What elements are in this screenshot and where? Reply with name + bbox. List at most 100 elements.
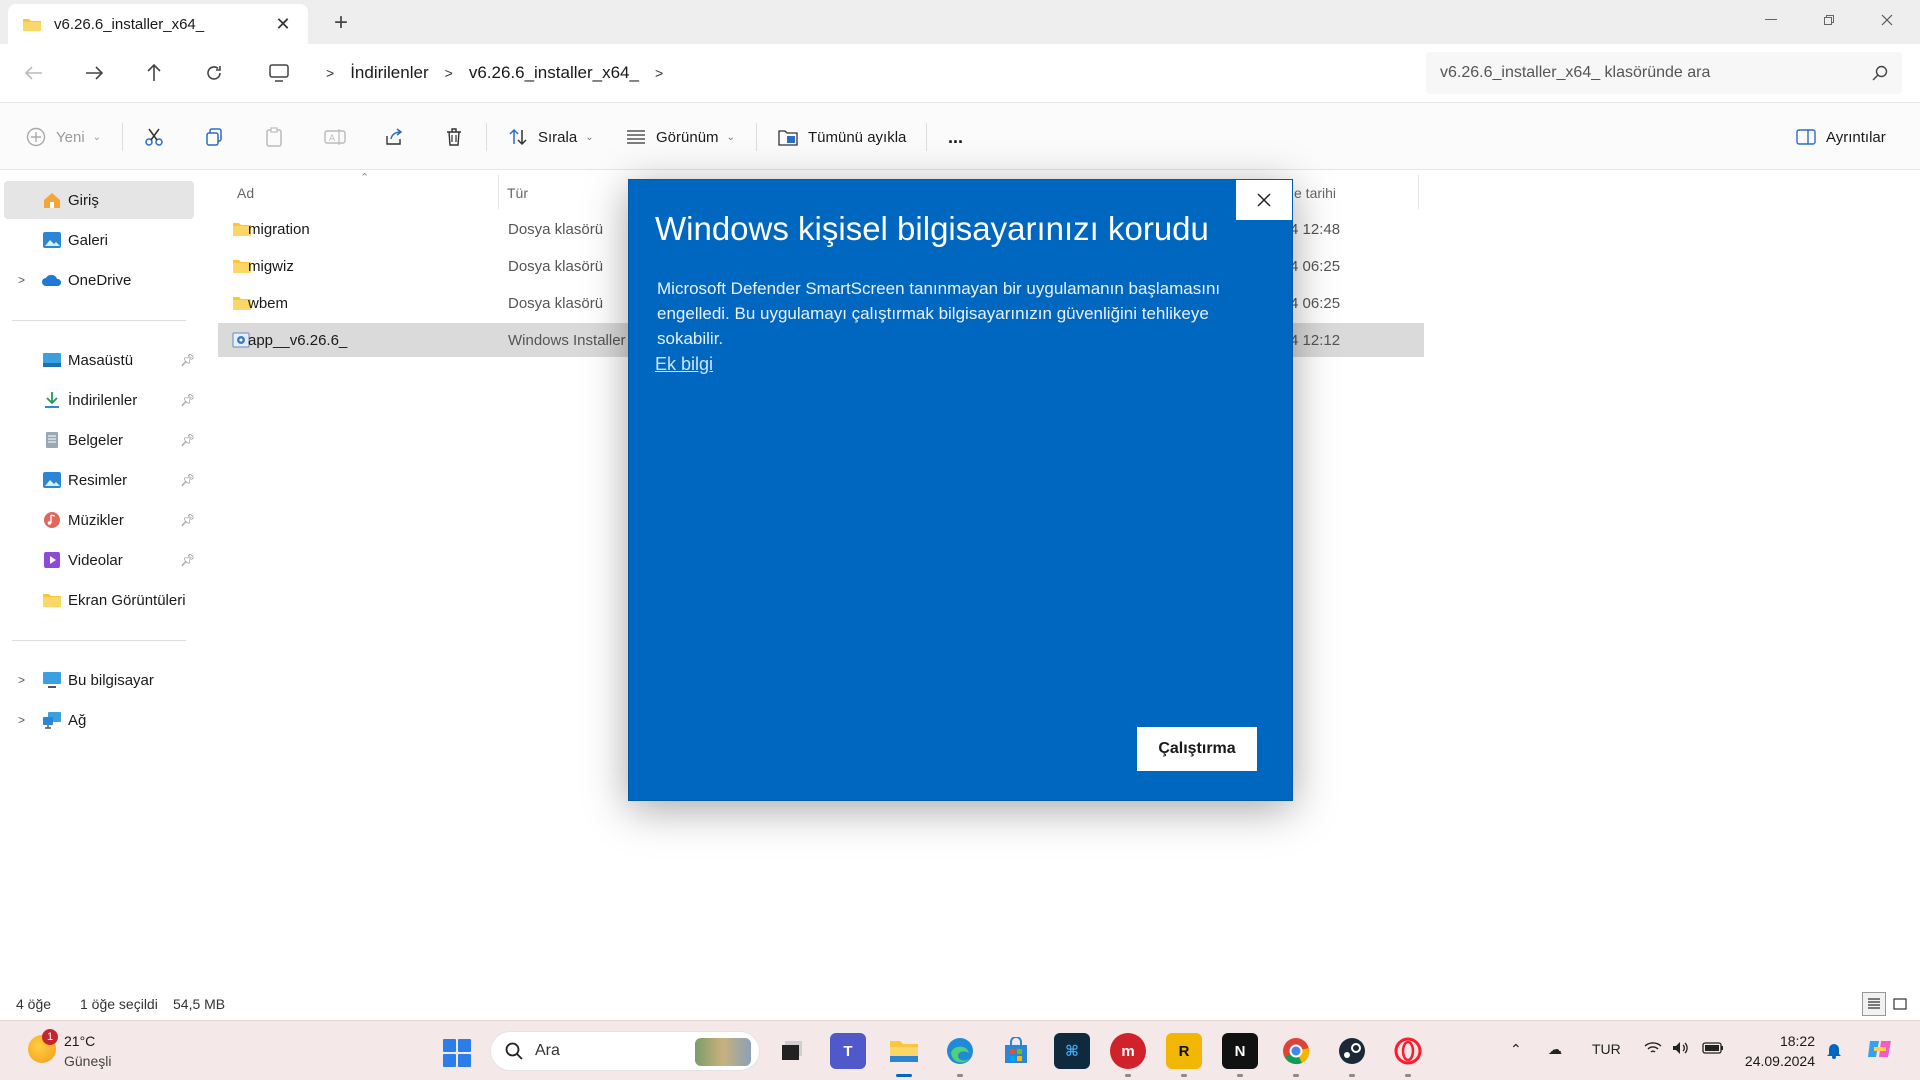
chevron-right-icon[interactable]: > (18, 713, 25, 727)
dont-run-button[interactable]: Çalıştırma (1137, 727, 1257, 771)
delete-button[interactable] (444, 117, 474, 157)
up-button[interactable] (138, 58, 170, 88)
teams-app[interactable]: T (830, 1033, 866, 1069)
app-launcher[interactable]: ⌘ (1054, 1033, 1090, 1069)
tiles-view-button[interactable] (1888, 992, 1912, 1016)
chevron-up-icon[interactable]: ⌃ (1510, 1041, 1522, 1058)
weather-widget[interactable]: 1 21°C Güneşli (24, 1029, 204, 1073)
new-tab-button[interactable]: + (326, 9, 356, 37)
command-bar: Yeni ⌄ A Sırala ⌄ Görünüm ⌄ Tümünü ayıkl… (0, 102, 1920, 170)
copilot-icon[interactable] (1866, 1035, 1894, 1066)
onedrive-status-icon[interactable]: ☁︎ (1548, 1041, 1562, 1058)
chevron-right-icon[interactable]: > (326, 65, 334, 81)
rename-button[interactable]: A (324, 117, 356, 157)
sidebar-item-downloads[interactable]: İndirilenler 📌︎ (4, 381, 195, 419)
restore-button[interactable] (1800, 0, 1858, 40)
sidebar-item-documents[interactable]: Belgeler 📌︎ (4, 421, 195, 459)
file-date: 4 06:25 (1290, 257, 1341, 275)
more-info-link[interactable]: Ek bilgi (655, 354, 713, 375)
sidebar-item-videos[interactable]: Videolar 📌︎ (4, 541, 195, 579)
sidebar-item-home[interactable]: Giriş (4, 181, 194, 219)
cut-button[interactable] (144, 117, 174, 157)
extract-all-button[interactable]: Tümünü ayıkla (778, 117, 906, 157)
sidebar-item-music[interactable]: Müzikler 📌︎ (4, 501, 195, 539)
details-pane-button[interactable]: Ayrıntılar (1796, 117, 1886, 157)
file-explorer-app[interactable] (886, 1033, 922, 1077)
column-header-date[interactable]: e tarihi (1294, 185, 1336, 201)
chevron-right-icon[interactable]: > (445, 65, 453, 81)
chevron-right-icon[interactable]: > (18, 273, 25, 287)
sidebar-item-network[interactable]: > Ağ (4, 701, 194, 739)
close-window-button[interactable] (1858, 0, 1916, 40)
pin-icon[interactable]: 📌︎ (180, 473, 195, 487)
forward-button[interactable] (78, 58, 110, 88)
steam-icon (1339, 1038, 1365, 1064)
chrome-app[interactable] (1278, 1033, 1314, 1077)
sidebar-item-gallery[interactable]: Galeri (4, 221, 194, 259)
new-button[interactable]: Yeni ⌄ (26, 117, 101, 157)
trash-icon (447, 128, 461, 146)
chevron-right-icon[interactable]: > (18, 673, 25, 687)
pin-icon[interactable]: 📌︎ (180, 353, 195, 367)
taskbar-search[interactable]: Ara (490, 1031, 760, 1071)
volume-icon[interactable] (1672, 1041, 1690, 1058)
extract-all-label: Tümünü ayıkla (808, 128, 907, 146)
edge-app[interactable] (942, 1033, 978, 1077)
view-button[interactable]: Görünüm ⌄ (626, 117, 735, 157)
file-name: wbem (248, 294, 289, 312)
pin-icon[interactable]: 📌︎ (180, 393, 195, 407)
microsoft-store-app[interactable] (998, 1033, 1034, 1069)
dialog-title: Windows kişisel bilgisayarınızı korudu (655, 210, 1209, 247)
column-header-type[interactable]: Tür (507, 185, 528, 201)
task-view-button[interactable] (774, 1033, 810, 1069)
more-options-button[interactable]: ... (948, 117, 963, 157)
search-input[interactable]: v6.26.6_installer_x64_ klasöründe ara (1426, 52, 1902, 94)
copy-button[interactable] (204, 117, 234, 157)
active-tab[interactable]: v6.26.6_installer_x64_ ✕ (8, 4, 308, 44)
sidebar-item-desktop[interactable]: Masaüstü 📌︎ (4, 341, 195, 379)
windows-logo-icon (458, 1054, 471, 1067)
sort-button[interactable]: Sırala ⌄ (508, 117, 594, 157)
sidebar-item-label: Belgeler (68, 431, 124, 449)
notification-bell-icon[interactable] (1826, 1041, 1842, 1062)
dialog-close-button[interactable] (1236, 180, 1292, 220)
pin-icon[interactable]: 📌︎ (180, 553, 195, 567)
details-view-button[interactable] (1862, 992, 1886, 1016)
notion-app[interactable]: N (1222, 1033, 1258, 1077)
language-indicator[interactable]: TUR (1592, 1041, 1621, 1057)
notification-badge: 1 (42, 1029, 58, 1045)
monitor-icon (269, 64, 289, 82)
sidebar-item-screenshots[interactable]: Ekran Görüntüleri (4, 581, 194, 619)
clock[interactable]: 18:22 24.09.2024 (1735, 1031, 1815, 1071)
onedrive-icon (42, 274, 62, 286)
chevron-right-icon[interactable]: > (655, 65, 663, 81)
breadcrumb-item-downloads[interactable]: İndirilenler (350, 63, 428, 83)
back-button[interactable] (18, 58, 50, 88)
sidebar-item-label: Giriş (68, 191, 99, 209)
pin-icon[interactable]: 📌︎ (180, 433, 195, 447)
sidebar-item-pictures[interactable]: Resimler 📌︎ (4, 461, 195, 499)
media-app[interactable]: m (1110, 1033, 1146, 1077)
item-count: 4 öğe (16, 996, 52, 1012)
paste-button[interactable] (264, 117, 294, 157)
this-pc-location-button[interactable] (263, 58, 295, 88)
wifi-icon[interactable] (1644, 1041, 1662, 1058)
sidebar-item-onedrive[interactable]: > OneDrive (4, 261, 194, 299)
start-button[interactable] (443, 1039, 471, 1067)
column-divider[interactable] (498, 175, 499, 209)
minimize-button[interactable] (1742, 0, 1800, 40)
tab-close-button[interactable]: ✕ (272, 14, 294, 35)
music-icon (44, 512, 60, 528)
pin-icon[interactable]: 📌︎ (180, 513, 195, 527)
rockstar-launcher-app[interactable]: R (1166, 1033, 1202, 1077)
sidebar-item-this-pc[interactable]: > Bu bilgisayar (4, 661, 194, 699)
steam-app[interactable] (1334, 1033, 1370, 1077)
battery-icon[interactable] (1702, 1041, 1724, 1057)
opera-app[interactable] (1390, 1033, 1426, 1077)
column-divider[interactable] (1418, 175, 1419, 209)
column-header-name[interactable]: Ad (237, 185, 254, 201)
svg-text:A: A (329, 134, 336, 144)
breadcrumb-item-installer-folder[interactable]: v6.26.6_installer_x64_ (469, 63, 639, 83)
refresh-button[interactable] (198, 58, 230, 88)
share-button[interactable] (384, 117, 414, 157)
